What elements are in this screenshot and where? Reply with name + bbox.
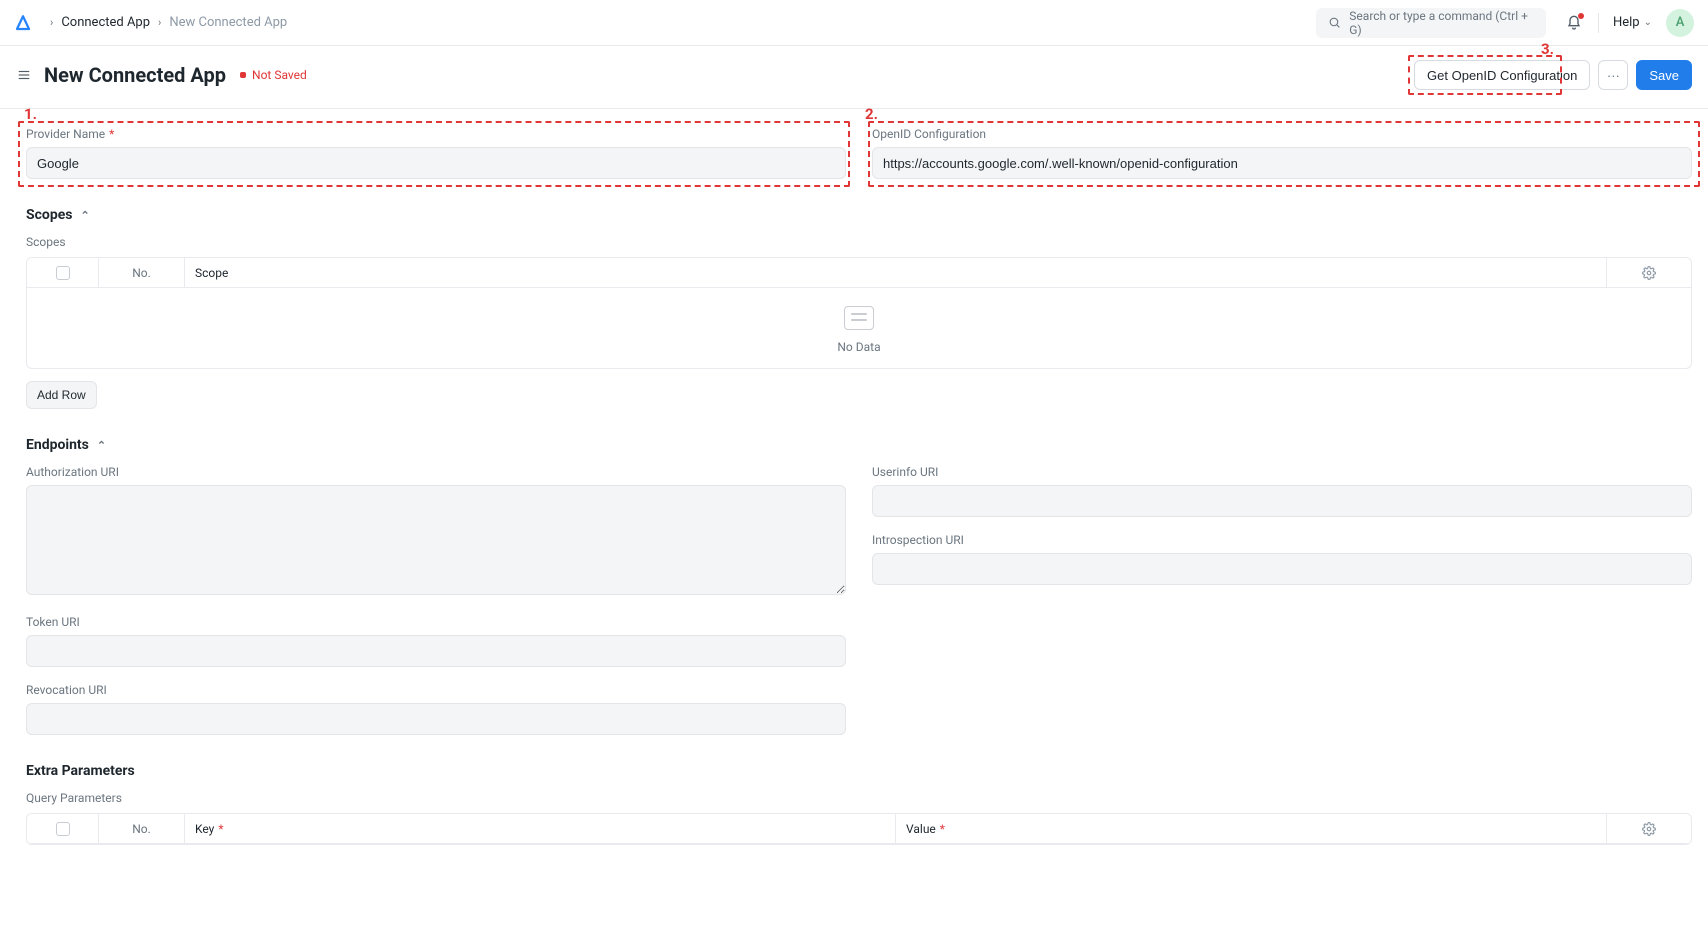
provider-name-label-text: Provider Name: [26, 127, 105, 141]
form-body: 1. 2. Provider Name * OpenID Configurati…: [0, 109, 1708, 885]
endpoints-section-header: Endpoints ⌃: [26, 437, 1692, 453]
revocation-uri-label: Revocation URI: [26, 683, 846, 697]
breadcrumb-chevron-icon: ›: [158, 16, 161, 29]
query-params-table: No. Key * Value *: [26, 813, 1692, 845]
query-params-header-settings[interactable]: [1607, 814, 1691, 843]
query-params-label: Query Parameters: [26, 791, 1692, 805]
scopes-table-header: No. Scope: [27, 258, 1691, 288]
menu-icon: [16, 68, 32, 82]
more-actions-button[interactable]: ···: [1598, 60, 1628, 90]
help-menu[interactable]: Help ⌄: [1613, 15, 1652, 30]
openid-config-field: OpenID Configuration: [872, 127, 1692, 179]
userinfo-uri-label: Userinfo URI: [872, 465, 1692, 479]
query-params-header-value: Value *: [896, 814, 1607, 843]
avatar-initial: A: [1676, 15, 1685, 30]
endpoints-section-title: Endpoints: [26, 437, 89, 453]
required-star-icon: *: [218, 822, 223, 836]
required-star-icon: *: [109, 127, 114, 141]
gear-icon: [1642, 822, 1656, 836]
query-params-header-key: Key *: [185, 814, 896, 843]
select-all-checkbox[interactable]: [56, 822, 70, 836]
openid-config-input[interactable]: [872, 147, 1692, 179]
gear-icon: [1642, 266, 1656, 280]
scopes-section-header: Scopes ⌃: [26, 207, 1692, 223]
introspection-uri-label: Introspection URI: [872, 533, 1692, 547]
introspection-uri-input[interactable]: [872, 553, 1692, 585]
empty-state-icon: [844, 306, 874, 330]
search-icon: [1328, 16, 1341, 30]
status-badge: Not Saved: [240, 68, 307, 82]
query-params-header-no: No.: [99, 814, 185, 843]
no-data-text: No Data: [837, 340, 880, 354]
page-title: New Connected App: [44, 63, 226, 87]
topnav: › Connected App › New Connected App Sear…: [0, 0, 1708, 46]
add-row-button[interactable]: Add Row: [26, 381, 97, 409]
divider: [1598, 13, 1599, 33]
global-search-input[interactable]: Search or type a command (Ctrl + G): [1316, 8, 1546, 38]
chevron-up-icon[interactable]: ⌃: [97, 439, 106, 452]
page-header: New Connected App Not Saved 3. Get OpenI…: [0, 46, 1708, 109]
value-header-text: Value: [906, 822, 936, 836]
provider-name-field: Provider Name *: [26, 127, 846, 179]
userinfo-uri-input[interactable]: [872, 485, 1692, 517]
scopes-header-scope: Scope: [185, 258, 1607, 287]
chevron-down-icon: ⌄: [1644, 17, 1652, 28]
chevron-up-icon[interactable]: ⌃: [80, 209, 89, 222]
dots-horizontal-icon: ···: [1607, 68, 1620, 83]
extra-params-title: Extra Parameters: [26, 763, 135, 779]
openid-config-label: OpenID Configuration: [872, 127, 1692, 141]
notifications-button[interactable]: [1564, 15, 1584, 31]
provider-name-input[interactable]: [26, 147, 846, 179]
avatar[interactable]: A: [1666, 9, 1694, 37]
scopes-header-settings[interactable]: [1607, 258, 1691, 287]
save-button[interactable]: Save: [1636, 60, 1692, 90]
scopes-section-title: Scopes: [26, 207, 72, 223]
breadcrumb-chevron-icon: ›: [50, 16, 53, 29]
extra-params-section-header: Extra Parameters: [26, 763, 1692, 779]
query-params-header: No. Key * Value *: [27, 814, 1691, 844]
scopes-table-empty: No Data: [27, 288, 1691, 368]
breadcrumb-parent[interactable]: Connected App: [61, 15, 150, 30]
required-star-icon: *: [940, 822, 945, 836]
select-all-checkbox[interactable]: [56, 266, 70, 280]
authorization-uri-input[interactable]: [26, 485, 846, 595]
provider-name-label: Provider Name *: [26, 127, 846, 141]
token-uri-label: Token URI: [26, 615, 846, 629]
scopes-header-checkbox-cell: [27, 258, 99, 287]
revocation-uri-input[interactable]: [26, 703, 846, 735]
authorization-uri-label: Authorization URI: [26, 465, 846, 479]
search-placeholder-text: Search or type a command (Ctrl + G): [1349, 9, 1534, 37]
notification-dot-icon: [1578, 13, 1584, 19]
scopes-list-label: Scopes: [26, 235, 1692, 249]
sidebar-toggle-button[interactable]: [16, 68, 34, 82]
scopes-table: No. Scope No Data: [26, 257, 1692, 369]
token-uri-input[interactable]: [26, 635, 846, 667]
help-label: Help: [1613, 15, 1640, 30]
breadcrumb-current: New Connected App: [169, 15, 287, 30]
scopes-header-no: No.: [99, 258, 185, 287]
app-logo-icon: [14, 14, 32, 32]
key-header-text: Key: [195, 822, 214, 836]
get-openid-config-button[interactable]: Get OpenID Configuration: [1414, 60, 1590, 90]
query-params-header-checkbox-cell: [27, 814, 99, 843]
